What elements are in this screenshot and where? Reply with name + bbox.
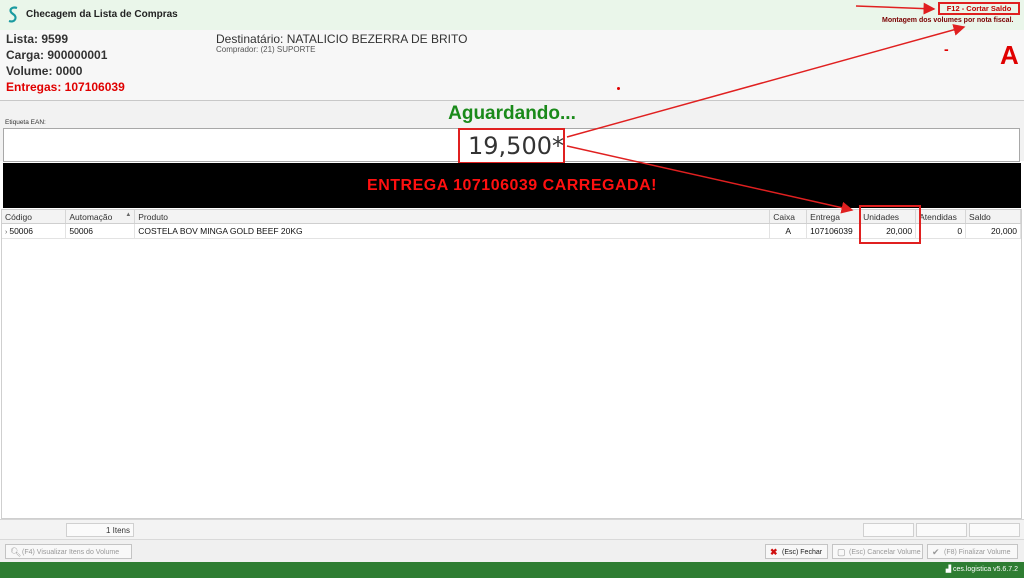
window-title: Checagem da Lista de Compras <box>26 9 178 20</box>
visualizar-itens-button[interactable]: 🔍︎ (F4) Visualizar Itens do Volume <box>5 544 132 559</box>
cell-unidades[interactable]: 20,000 <box>859 223 917 239</box>
search-icon: 🔍︎ <box>10 547 22 557</box>
sum-atendidas <box>916 523 967 537</box>
cell-saldo[interactable]: 20,000 <box>965 223 1021 239</box>
entregas-label: Entregas: 107106039 <box>6 80 125 94</box>
cell-atendidas[interactable]: 0 <box>915 223 967 239</box>
items-table: Código Automação ▲ Produto Caixa Entrega … <box>2 210 1021 239</box>
comprador-label: Comprador: (21) SUPORTE <box>216 45 316 54</box>
fechar-button[interactable]: ✖ (Esc) Fechar <box>765 544 828 559</box>
cell-caixa[interactable]: A <box>769 223 808 239</box>
header-panel: Lista: 9599 Carga: 900000001 Volume: 000… <box>0 30 1024 101</box>
carga-label: Carga: 900000001 <box>6 48 108 62</box>
button-bar: 🔍︎ (F4) Visualizar Itens do Volume ✖ (Esc)… <box>0 539 1024 563</box>
lista-label: Lista: 9599 <box>6 32 69 46</box>
col-unidades[interactable]: Unidades <box>859 210 917 224</box>
cancel-icon: ▢ <box>837 547 846 557</box>
title-bar: Checagem da Lista de Compras F12 - Corta… <box>0 0 1024 31</box>
cell-codigo[interactable]: › 50006 <box>2 223 67 239</box>
montagem-text: Montagem dos volumes por nota fiscal. <box>882 17 1014 24</box>
items-grid[interactable]: Código Automação ▲ Produto Caixa Entrega … <box>1 209 1022 519</box>
row-marker-icon: › <box>5 229 8 236</box>
col-saldo[interactable]: Saldo <box>965 210 1021 224</box>
grid-footer: 1 Itens <box>0 519 1024 540</box>
col-atendidas[interactable]: Atendidas <box>915 210 967 224</box>
col-entrega[interactable]: Entrega <box>806 210 861 224</box>
close-icon: ✖ <box>770 547 778 557</box>
col-produto[interactable]: Produto <box>134 210 771 224</box>
dash-mark: - <box>944 41 949 57</box>
version-label: ▟ ces.logistica v5.6.7.2 <box>945 566 1018 573</box>
ean-input-highlight[interactable]: 19,500* <box>458 128 565 187</box>
col-caixa[interactable]: Caixa <box>769 210 808 224</box>
app-logo-icon <box>8 6 18 23</box>
sum-unidades <box>863 523 914 537</box>
app-status-icon: ▟ <box>945 566 954 573</box>
cancelar-volume-button[interactable]: ▢ (Esc) Cancelar Volume <box>832 544 923 559</box>
cell-entrega[interactable]: 107106039 <box>806 223 861 239</box>
red-dot <box>617 87 620 90</box>
entrega-banner: ENTREGA 107106039 CARREGADA! <box>3 163 1021 208</box>
cell-produto[interactable]: COSTELA BOV MINGA GOLD BEEF 20KG <box>134 223 771 239</box>
status-bar: ▟ ces.logistica v5.6.7.2 <box>0 562 1024 578</box>
sum-saldo <box>969 523 1020 537</box>
table-row[interactable]: › 50006 50006 COSTELA BOV MINGA GOLD BEEF… <box>2 223 1021 239</box>
etiqueta-label: Etiqueta EAN: <box>5 119 46 126</box>
col-automacao[interactable]: Automação ▲ <box>65 210 136 224</box>
items-count: 1 Itens <box>66 523 134 537</box>
cortar-saldo-shortcut[interactable]: F12 - Cortar Saldo <box>938 2 1020 15</box>
status-text: Aguardando... <box>448 103 576 124</box>
finalizar-volume-button[interactable]: ✔ (F8) Finalizar Volume <box>927 544 1018 559</box>
sort-asc-icon: ▲ <box>125 211 132 218</box>
cell-automacao[interactable]: 50006 <box>65 223 136 239</box>
destinatario-label: Destinatário: NATALICIO BEZERRA DE BRITO <box>216 32 468 46</box>
check-icon: ✔ <box>932 547 940 557</box>
volume-label: Volume: 0000 <box>6 64 83 78</box>
caixa-letter: A <box>1000 40 1019 70</box>
col-codigo[interactable]: Código <box>2 210 67 224</box>
